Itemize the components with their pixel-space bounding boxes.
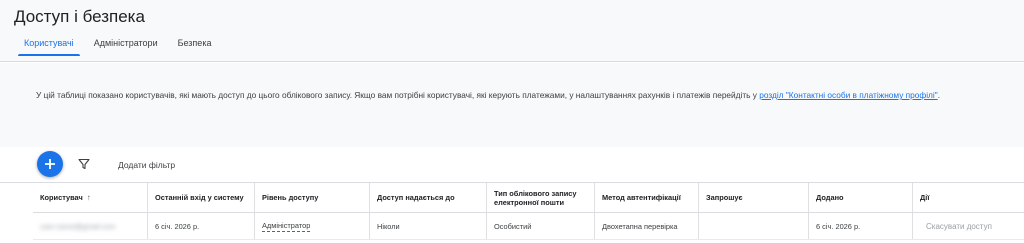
column-header-invited-by[interactable]: Запрошує <box>699 183 809 212</box>
page-header: Доступ і безпека Користувачі Адміністрат… <box>0 0 1024 62</box>
column-header-auth-method[interactable]: Метод автентифікації <box>595 183 699 212</box>
last-login-cell: 6 січ. 2026 р. <box>148 213 255 239</box>
column-header-last-login[interactable]: Останній вхід у систему <box>148 183 255 212</box>
add-filter-button[interactable]: Додати фільтр <box>118 160 175 170</box>
info-text-body: У цій таблиці показано користувачів, які… <box>36 90 760 100</box>
column-header-label: Користувач <box>40 193 83 202</box>
user-email-cell: user.name@gmail.com <box>33 213 148 239</box>
access-level-dropdown[interactable]: Адміністратор <box>262 221 311 232</box>
column-header-email-type[interactable]: Тип облікового запису електронної пошти <box>487 183 595 212</box>
plus-icon <box>45 159 55 169</box>
info-text: У цій таблиці показано користувачів, які… <box>36 89 1006 101</box>
table-toolbar: Додати фільтр <box>0 147 1024 183</box>
column-header-actions: Дії <box>920 193 930 202</box>
tab-users[interactable]: Користувачі <box>14 38 84 56</box>
tab-security[interactable]: Безпека <box>168 38 222 56</box>
email-type-cell: Особистий <box>487 213 595 239</box>
info-banner: У цій таблиці показано користувачів, які… <box>0 63 1024 147</box>
add-user-button[interactable] <box>37 151 63 177</box>
tab-bar: Користувачі Адміністратори Безпека <box>14 38 221 56</box>
tab-administrators[interactable]: Адміністратори <box>84 38 168 56</box>
access-to-cell: Ніколи <box>370 213 487 239</box>
auth-method-cell: Двохетапна перевірка <box>595 213 699 239</box>
revoke-access-button[interactable]: Скасувати доступ <box>926 222 992 231</box>
access-level-cell: Адміністратор <box>255 213 370 239</box>
users-table: Користувач ↑ Останній вхід у систему Ріве… <box>33 183 1024 240</box>
column-header-access-to[interactable]: Доступ надається до <box>370 183 487 212</box>
filter-icon[interactable] <box>78 158 90 170</box>
table-row: user.name@gmail.com 6 січ. 2026 р. Адмін… <box>33 213 1024 240</box>
column-header-added[interactable]: Додано <box>809 183 913 212</box>
column-header-access-level[interactable]: Рівень доступу <box>255 183 370 212</box>
added-date-cell: 6 січ. 2026 р. <box>809 213 913 239</box>
sort-ascending-icon[interactable]: ↑ <box>87 193 91 202</box>
column-header-user[interactable]: Користувач ↑ <box>33 183 148 212</box>
actions-cell: Скасувати доступ <box>913 213 1024 239</box>
table-header-row: Користувач ↑ Останній вхід у систему Ріве… <box>33 183 1024 213</box>
info-text-suffix: . <box>937 90 941 100</box>
billing-contacts-link[interactable]: розділ "Контактні особи в платіжному про… <box>759 90 937 100</box>
invited-by-cell <box>699 213 809 239</box>
page-title: Доступ і безпека <box>14 7 145 26</box>
user-email: user.name@gmail.com <box>40 221 116 231</box>
